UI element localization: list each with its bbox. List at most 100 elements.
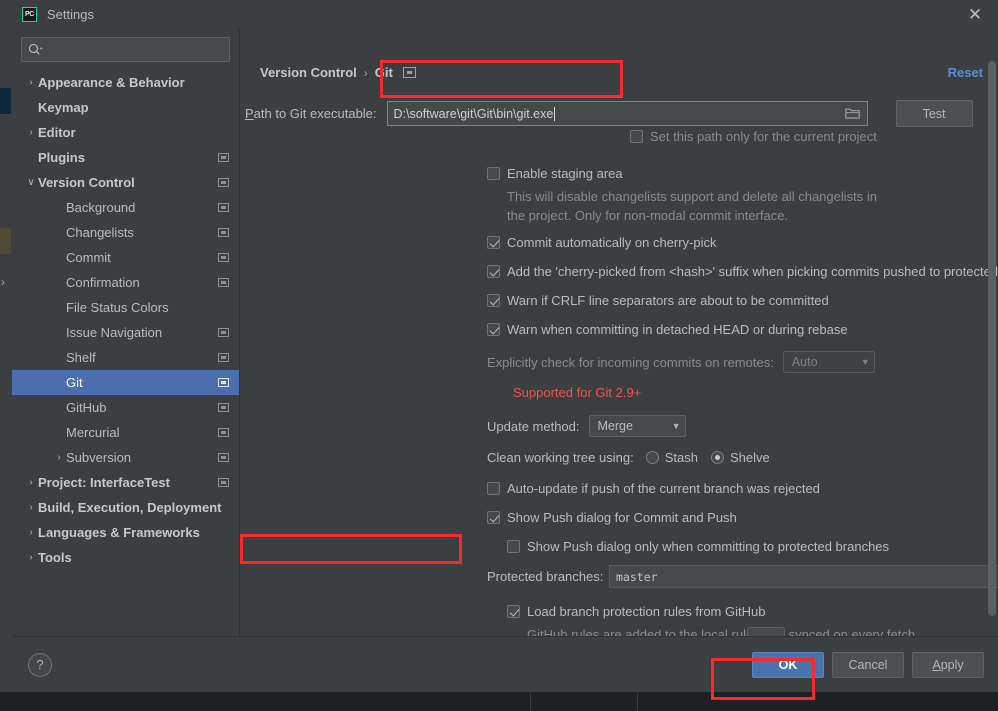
sidebar-item-keymap[interactable]: Keymap bbox=[12, 95, 239, 120]
sidebar-item-plugins[interactable]: Plugins bbox=[12, 145, 239, 170]
enable-staging-area-row[interactable]: Enable staging area bbox=[487, 166, 623, 181]
sidebar-item-confirmation[interactable]: Confirmation bbox=[12, 270, 239, 295]
chevron-right-icon[interactable]: › bbox=[24, 502, 38, 513]
sidebar-item-version-control[interactable]: ∨ Version Control bbox=[12, 170, 239, 195]
sidebar-item-background[interactable]: Background bbox=[12, 195, 239, 220]
project-scope-icon bbox=[218, 228, 229, 237]
auto-update-push-row[interactable]: Auto-update if push of the current branc… bbox=[487, 481, 820, 496]
chevron-right-icon[interactable]: › bbox=[52, 452, 66, 463]
shelve-radio[interactable] bbox=[710, 451, 724, 464]
project-scope-icon bbox=[218, 253, 229, 262]
commit-automatically-cherry-pick-checkbox[interactable] bbox=[487, 236, 500, 249]
enable-staging-area-checkbox[interactable] bbox=[487, 167, 500, 180]
sidebar-item-label: Changelists bbox=[66, 225, 134, 240]
dialog-titlebar: PC Settings ✕ bbox=[12, 0, 998, 29]
cherry-picked-suffix-checkbox[interactable] bbox=[487, 265, 500, 278]
reset-link[interactable]: Reset bbox=[948, 65, 983, 80]
content-scrollbar-thumb[interactable] bbox=[988, 61, 996, 616]
cherry-picked-suffix-row[interactable]: Add the 'cherry-picked from <hash>' suff… bbox=[487, 264, 998, 279]
show-push-dialog-protected-row[interactable]: Show Push dialog only when committing to… bbox=[507, 539, 889, 554]
sidebar-item-commit[interactable]: Commit bbox=[12, 245, 239, 270]
project-scope-icon bbox=[218, 453, 229, 462]
show-push-dialog-row[interactable]: Show Push dialog for Commit and Push bbox=[487, 510, 737, 525]
sidebar-item-appearance-behavior[interactable]: › Appearance & Behavior bbox=[12, 70, 239, 95]
sidebar-item-tools[interactable]: › Tools bbox=[12, 545, 239, 570]
incoming-commits-dropdown[interactable]: Auto ▼ bbox=[782, 351, 875, 373]
chevron-down-icon: ▼ bbox=[671, 420, 681, 431]
incoming-commits-value: Auto bbox=[791, 355, 818, 369]
stash-label: Stash bbox=[664, 450, 698, 465]
settings-tree[interactable]: › Appearance & Behavior Keymap › Editor Plugi… bbox=[12, 68, 239, 636]
chevron-right-icon[interactable]: › bbox=[24, 552, 38, 563]
staging-hint-text-1: This will disable changelists support an… bbox=[507, 189, 877, 204]
sidebar-item-shelf[interactable]: Shelf bbox=[12, 345, 239, 370]
search-box[interactable] bbox=[21, 37, 230, 62]
sidebar-item-issue-navigation[interactable]: Issue Navigation bbox=[12, 320, 239, 345]
warn-detached-head-checkbox[interactable] bbox=[487, 323, 500, 336]
dialog-footer: ? OK Cancel Apply bbox=[12, 636, 998, 692]
project-scope-icon bbox=[218, 203, 229, 212]
update-method-label: Update method: bbox=[487, 418, 580, 434]
clean-working-tree-shelve-option[interactable]: Shelve bbox=[710, 450, 770, 465]
sidebar-item-changelists[interactable]: Changelists bbox=[12, 220, 239, 245]
warn-crlf-row[interactable]: Warn if CRLF line separators are about t… bbox=[487, 293, 829, 308]
sidebar-item-label: Mercurial bbox=[66, 425, 120, 440]
sidebar-item-label: Confirmation bbox=[66, 275, 140, 290]
sidebar-item-project-interfacetest[interactable]: › Project: InterfaceTest bbox=[12, 470, 239, 495]
clean-working-tree-stash-option[interactable]: Stash bbox=[645, 450, 698, 465]
path-label-rest: ath to Git executable: bbox=[253, 106, 377, 121]
auto-update-push-checkbox[interactable] bbox=[487, 482, 500, 495]
sidebar-item-label: Tools bbox=[38, 550, 72, 565]
sidebar-item-build-execution-deployment[interactable]: › Build, Execution, Deployment bbox=[12, 495, 239, 520]
sidebar-item-file-status-colors[interactable]: File Status Colors bbox=[12, 295, 239, 320]
show-push-dialog-label: Show Push dialog for Commit and Push bbox=[507, 510, 737, 525]
search-icon bbox=[28, 43, 43, 56]
settings-sidebar: › Appearance & Behavior Keymap › Editor Plugi… bbox=[12, 29, 240, 636]
sidebar-item-mercurial[interactable]: Mercurial bbox=[12, 420, 239, 445]
breadcrumb-root[interactable]: Version Control bbox=[260, 65, 357, 80]
supported-git-version-text: Supported for Git 2.9+ bbox=[513, 385, 642, 400]
sidebar-item-git[interactable]: Git bbox=[12, 370, 239, 395]
sidebar-item-label: GitHub bbox=[66, 400, 107, 415]
chevron-right-icon[interactable]: › bbox=[24, 77, 38, 88]
content-scrollbar[interactable] bbox=[988, 61, 996, 636]
sidebar-item-label: Background bbox=[66, 200, 136, 215]
protected-branches-input[interactable]: master bbox=[609, 565, 998, 588]
sidebar-item-languages-frameworks[interactable]: › Languages & Frameworks bbox=[12, 520, 239, 545]
load-github-rules-checkbox[interactable] bbox=[507, 605, 520, 618]
set-path-current-project-row[interactable]: Set this path only for the current proje… bbox=[630, 129, 877, 144]
show-push-dialog-checkbox[interactable] bbox=[487, 511, 500, 524]
cancel-button[interactable]: Cancel bbox=[832, 651, 904, 678]
chevron-right-icon[interactable]: › bbox=[24, 127, 38, 138]
path-to-git-executable-label: Path to Git executable: bbox=[245, 106, 377, 121]
update-method-dropdown[interactable]: Merge ▼ bbox=[588, 415, 686, 437]
project-scope-icon bbox=[218, 178, 229, 187]
help-button[interactable]: ? bbox=[28, 652, 52, 677]
close-icon[interactable]: ✕ bbox=[964, 4, 986, 26]
sidebar-item-editor[interactable]: › Editor bbox=[12, 120, 239, 145]
folder-icon[interactable] bbox=[844, 107, 860, 125]
chevron-down-icon[interactable]: ∨ bbox=[24, 177, 38, 188]
warn-detached-head-row[interactable]: Warn when committing in detached HEAD or… bbox=[487, 322, 848, 337]
protected-branches-label: Protected branches: bbox=[487, 569, 604, 584]
load-github-rules-row[interactable]: Load branch protection rules from GitHub bbox=[507, 604, 765, 619]
sidebar-item-github[interactable]: GitHub bbox=[12, 395, 239, 420]
set-path-current-project-checkbox[interactable] bbox=[630, 130, 643, 143]
chevron-right-icon[interactable]: › bbox=[24, 527, 38, 538]
search-input[interactable] bbox=[43, 41, 223, 58]
show-push-dialog-protected-checkbox[interactable] bbox=[507, 540, 520, 553]
protected-branches-value: master bbox=[616, 569, 658, 584]
settings-content-inner: Version Control › Git Reset Path to Git … bbox=[240, 29, 998, 636]
chevron-right-icon[interactable]: › bbox=[24, 477, 38, 488]
warn-crlf-checkbox[interactable] bbox=[487, 294, 500, 307]
incoming-commits-row: Explicitly check for incoming commits on… bbox=[487, 351, 875, 373]
ok-button[interactable]: OK bbox=[752, 651, 824, 678]
test-button[interactable]: Test bbox=[895, 100, 973, 127]
commit-automatically-cherry-pick-row[interactable]: Commit automatically on cherry-pick bbox=[487, 235, 717, 250]
sidebar-item-subversion[interactable]: › Subversion bbox=[12, 445, 239, 470]
stash-radio[interactable] bbox=[645, 451, 659, 464]
project-scope-icon bbox=[218, 478, 229, 487]
git-executable-path-input[interactable]: D:\software\git\Git\bin\git.exe bbox=[386, 101, 868, 126]
sidebar-item-label: Build, Execution, Deployment bbox=[38, 500, 222, 515]
apply-button[interactable]: Apply bbox=[912, 651, 984, 678]
